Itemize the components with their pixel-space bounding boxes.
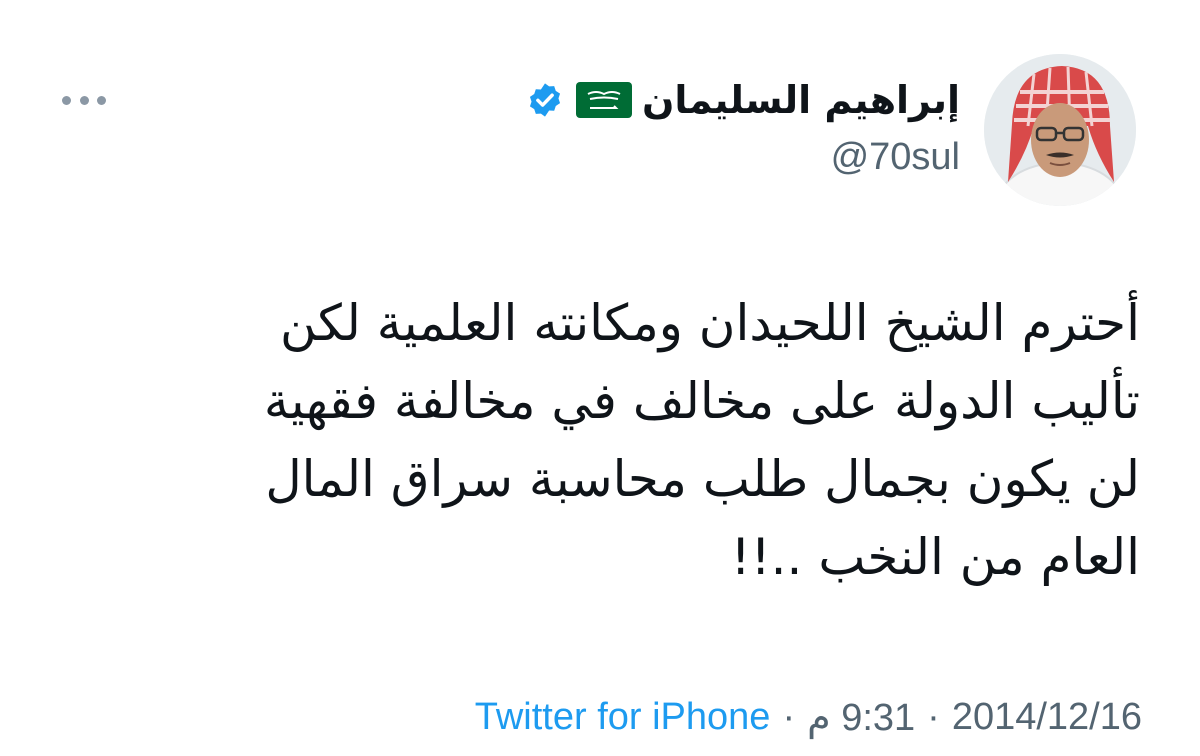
avatar-image [984, 54, 1136, 206]
tweet-text-line: تأليب الدولة على مخالف في مخالفة فقهية [263, 372, 1140, 430]
tweet-date[interactable]: 2014/12/16 [952, 696, 1142, 739]
tweet-text-line: أحترم الشيخ اللحيدان ومكانته العلمية لكن [280, 294, 1140, 352]
avatar[interactable] [984, 54, 1136, 206]
meta-separator: · [782, 695, 796, 738]
meta-separator: · [927, 695, 940, 738]
tweet-time[interactable]: 9:31 م [807, 695, 915, 740]
tweet-text: أحترم الشيخ اللحيدان ومكانته العلمية لكن… [50, 284, 1140, 596]
more-options-button[interactable] [62, 92, 106, 108]
author-handle[interactable]: @70sul [831, 136, 960, 179]
saudi-flag-icon [574, 82, 632, 118]
tweet-source-link[interactable]: Twitter for iPhone [475, 696, 771, 739]
author-name-row[interactable]: إبراهيم السليمان [524, 70, 960, 130]
more-options-icon [62, 95, 71, 105]
verified-badge-icon[interactable] [524, 80, 564, 120]
more-options-icon [79, 95, 89, 105]
tweet-text-line: العام من النخب ..!! [730, 528, 1140, 586]
tweet-metadata: Twitter for iPhone · 9:31 م · 2014/12/16 [475, 692, 1142, 742]
author-display-name[interactable]: إبراهيم السليمان [642, 78, 960, 122]
tweet-text-line: لن يكون بجمال طلب محاسبة سراق المال [265, 450, 1140, 508]
more-options-icon [97, 95, 106, 105]
